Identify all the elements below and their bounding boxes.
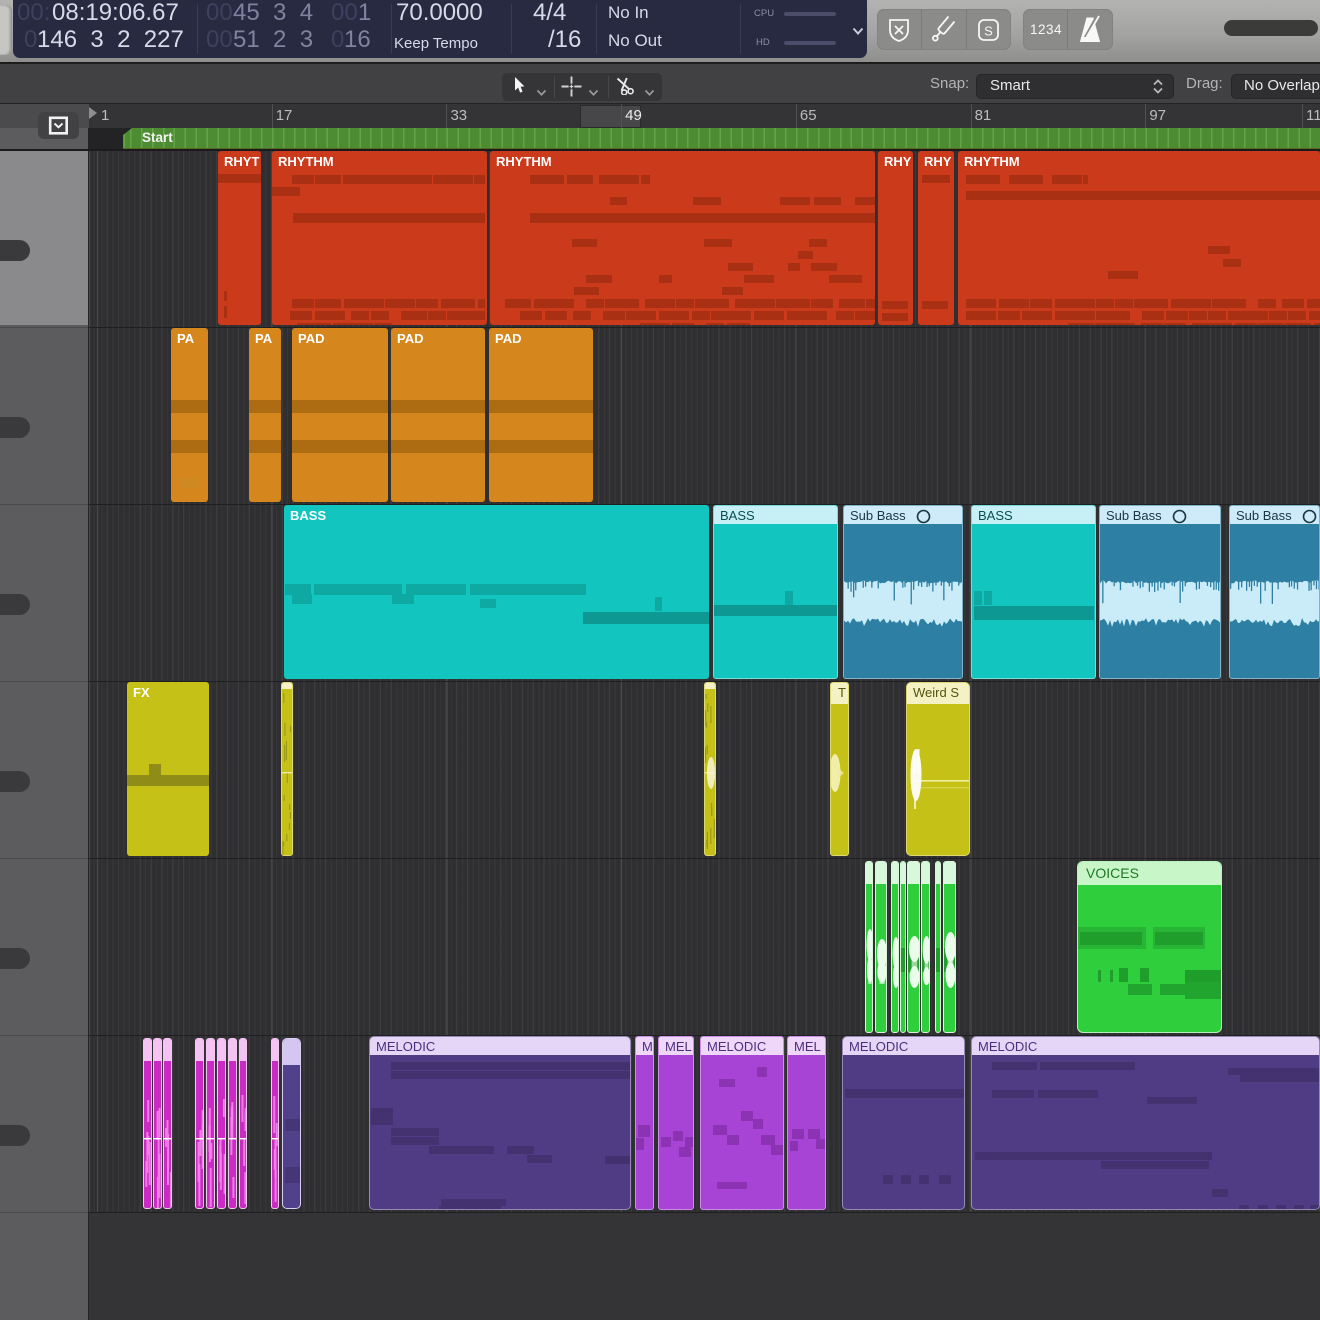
svg-text:S: S — [984, 24, 993, 39]
